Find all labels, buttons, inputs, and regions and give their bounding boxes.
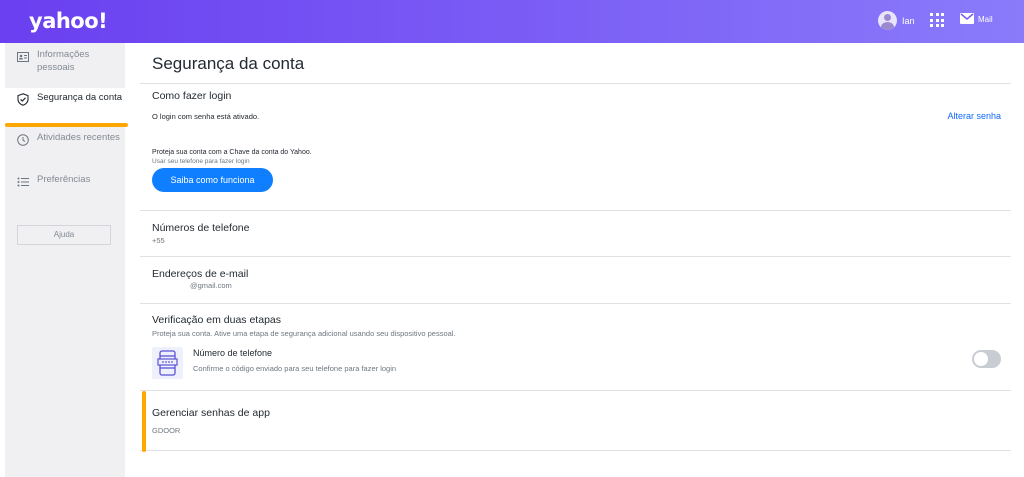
account-key-subtext: Usar seu telefone para fazer login <box>152 158 250 165</box>
list-icon <box>17 175 29 187</box>
sidebar: Informações pessoais Segurança da conta … <box>5 43 128 477</box>
learn-how-button[interactable]: Saiba como funciona <box>152 168 273 192</box>
two-step-title: Verificação em duas etapas <box>152 314 281 326</box>
divider <box>140 390 1011 391</box>
divider <box>140 83 1011 84</box>
two-step-option-title: Número de telefone <box>193 348 273 358</box>
sidebar-item-preferences[interactable]: Preferências <box>5 173 125 193</box>
two-step-option-description: Confirme o código enviado para seu telef… <box>193 364 397 373</box>
clock-icon <box>17 133 29 146</box>
app-password-name: GDOOR <box>152 426 181 435</box>
envelope-icon <box>960 13 974 26</box>
user-menu[interactable]: Ian <box>878 11 915 30</box>
focus-indicator <box>142 391 146 452</box>
sidebar-item-label: Atividades recentes <box>37 132 120 143</box>
top-header: yahoo! Ian Mail <box>0 0 1024 43</box>
page-title: Segurança da conta <box>152 54 305 73</box>
phone-device-icon <box>152 347 183 379</box>
mail-label: Mail <box>978 15 993 24</box>
two-step-toggle[interactable] <box>972 350 1001 368</box>
help-button[interactable]: Ajuda <box>17 225 111 245</box>
sidebar-item-recent-activity[interactable]: Atividades recentes <box>5 131 125 161</box>
change-password-link[interactable]: Alterar senha <box>947 111 1001 121</box>
account-key-text: Proteja sua conta com a Chave da conta d… <box>152 149 312 156</box>
two-step-description: Proteja sua conta. Ative uma etapa de se… <box>152 329 456 338</box>
phone-number-value: +55 <box>152 236 165 245</box>
divider <box>140 210 1011 211</box>
user-name: Ian <box>902 15 915 26</box>
app-passwords-title[interactable]: Gerenciar senhas de app <box>152 407 270 419</box>
mail-link[interactable]: Mail <box>960 13 993 26</box>
id-card-icon <box>17 50 29 62</box>
sidebar-item-personal-info[interactable]: Informações pessoais <box>5 48 125 88</box>
yahoo-logo[interactable]: yahoo! <box>29 9 108 33</box>
divider <box>140 256 1011 257</box>
active-indicator <box>5 123 128 127</box>
avatar <box>878 11 897 30</box>
shield-check-icon <box>17 93 29 106</box>
divider <box>140 303 1011 304</box>
sidebar-item-label: Preferências <box>37 174 91 185</box>
email-addresses-title: Endereços de e-mail <box>152 268 249 280</box>
apps-grid-icon[interactable] <box>930 13 944 27</box>
email-value: @gmail.com <box>190 281 232 290</box>
sidebar-item-label: Informações pessoais <box>37 49 90 73</box>
sidebar-item-label: Segurança da conta <box>37 92 123 103</box>
divider <box>140 450 1011 451</box>
phone-numbers-title: Números de telefone <box>152 222 250 234</box>
sidebar-item-account-security[interactable]: Segurança da conta <box>5 88 125 123</box>
login-status: O login com senha está ativado. <box>152 112 260 121</box>
login-section-title: Como fazer login <box>152 90 232 102</box>
